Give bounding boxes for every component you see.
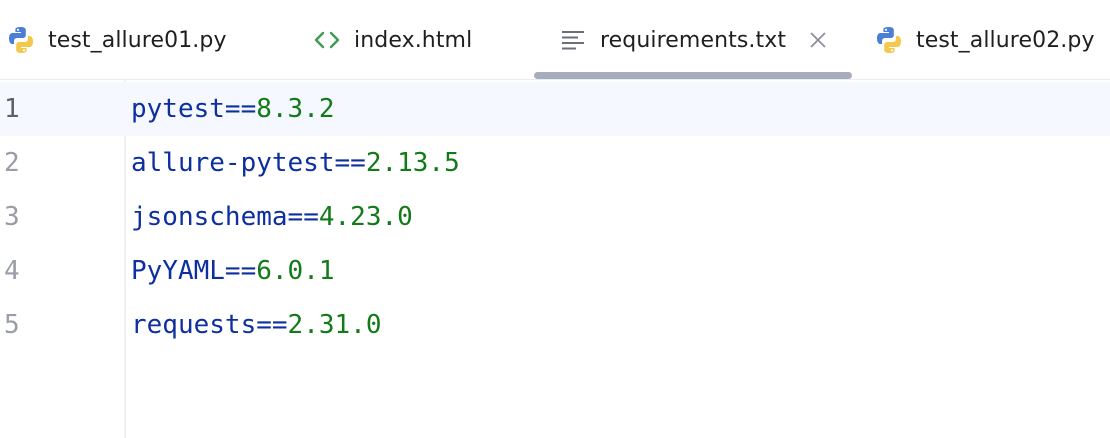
version-operator: == [287, 202, 319, 232]
line-content[interactable]: PyYAML==6.0.1 [131, 244, 335, 298]
tab-index-html[interactable]: index.html [312, 0, 472, 80]
active-tab-indicator [534, 72, 852, 79]
version-operator: == [224, 94, 257, 124]
tab-test-allure01[interactable]: test_allure01.py [6, 0, 227, 80]
code-line[interactable]: 3 jsonschema==4.23.0 [0, 190, 1110, 244]
package-name: pytest [131, 94, 225, 124]
line-content[interactable]: jsonschema==4.23.0 [131, 190, 413, 244]
package-version: 6.0.1 [256, 256, 335, 286]
html-file-icon [312, 25, 342, 55]
package-version: 8.3.2 [256, 94, 335, 124]
package-version: 2.13.5 [365, 148, 460, 178]
line-number: 5 [4, 310, 20, 340]
text-file-icon [558, 25, 588, 55]
version-operator: == [334, 148, 366, 178]
line-content[interactable]: allure-pytest==2.13.5 [131, 136, 460, 190]
package-name: allure-pytest [131, 148, 335, 178]
package-name: PyYAML [131, 256, 225, 286]
tab-label: test_allure02.py [916, 27, 1095, 53]
package-name: requests [131, 310, 257, 340]
close-icon[interactable] [808, 30, 828, 50]
tab-label: requirements.txt [600, 27, 787, 53]
editor-tab-bar: test_allure01.py index.html requirements… [0, 0, 1110, 80]
line-number: 3 [4, 202, 20, 232]
version-operator: == [224, 256, 257, 286]
line-number: 1 [4, 94, 20, 124]
package-name: jsonschema [131, 202, 288, 232]
python-file-icon [874, 25, 904, 55]
package-version: 4.23.0 [318, 202, 413, 232]
code-line[interactable]: 2 allure-pytest==2.13.5 [0, 136, 1110, 190]
code-line[interactable]: 5 requests==2.31.0 [0, 298, 1110, 352]
python-file-icon [6, 25, 36, 55]
tab-requirements-txt[interactable]: requirements.txt [558, 0, 828, 80]
line-content[interactable]: pytest==8.3.2 [131, 82, 335, 136]
line-content[interactable]: requests==2.31.0 [131, 298, 381, 352]
tab-label: index.html [354, 27, 473, 53]
code-line[interactable]: 1 pytest==8.3.2 [0, 82, 1110, 136]
code-line[interactable]: 4 PyYAML==6.0.1 [0, 244, 1110, 298]
tab-test-allure02[interactable]: test_allure02.py [874, 0, 1095, 80]
line-number: 4 [4, 256, 20, 286]
editor-text-area[interactable]: 1 pytest==8.3.2 2 allure-pytest==2.13.5 … [0, 80, 1110, 438]
package-version: 2.31.0 [287, 310, 382, 340]
line-number: 2 [4, 148, 20, 178]
tab-label: test_allure01.py [48, 27, 227, 53]
code-editor: test_allure01.py index.html requirements… [0, 0, 1110, 438]
version-operator: == [256, 310, 288, 340]
